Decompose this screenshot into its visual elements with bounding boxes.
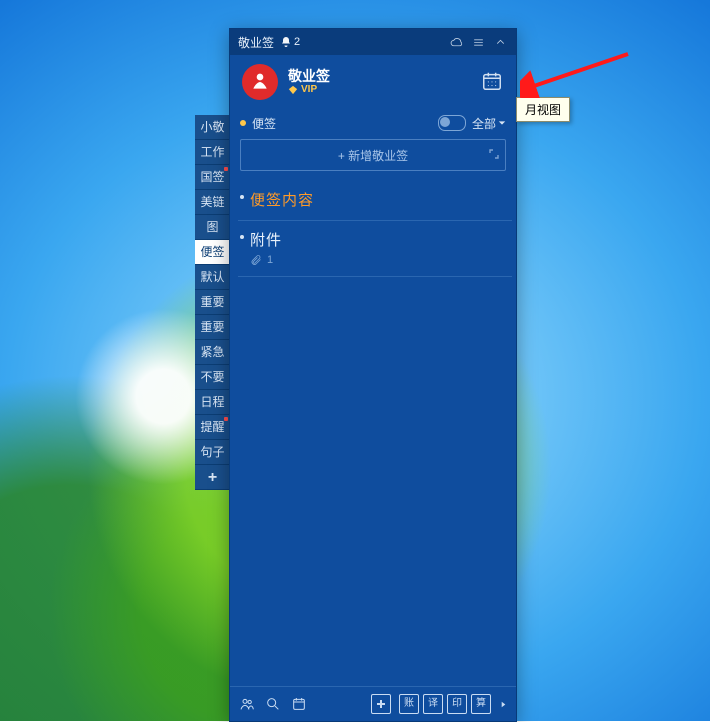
- toolbar-square-button[interactable]: 译: [423, 694, 443, 714]
- toolbar-square-button[interactable]: 印: [447, 694, 467, 714]
- sidebar-tab[interactable]: 日程: [195, 390, 230, 415]
- sidebar-tab[interactable]: 美链: [195, 190, 230, 215]
- toolbar-square-button[interactable]: 账: [399, 694, 419, 714]
- avatar[interactable]: [242, 64, 278, 100]
- paperclip-icon: [250, 254, 262, 266]
- sidebar-tab[interactable]: 图: [195, 215, 230, 240]
- section-title: 便签: [252, 115, 276, 132]
- note-entry[interactable]: 便签内容: [238, 181, 512, 221]
- sidebar-tab[interactable]: 紧急: [195, 340, 230, 365]
- note-text: 附件: [250, 229, 282, 250]
- user-name: 敬业签: [288, 68, 330, 85]
- diamond-icon: [288, 85, 298, 95]
- calendar-small-icon[interactable]: [290, 695, 308, 713]
- menu-icon[interactable]: [470, 34, 486, 50]
- sidebar-tab[interactable]: 默认: [195, 265, 230, 290]
- add-note-input[interactable]: + 新增敬业签: [240, 139, 506, 171]
- sidebar-tabs: 小敬工作国签美链图便签默认重要重要紧急不要日程提醒句子+: [195, 115, 230, 490]
- sidebar-tab[interactable]: 国签: [195, 165, 230, 190]
- search-icon[interactable]: [264, 695, 282, 713]
- section-dot-icon: [240, 120, 246, 126]
- app-title: 敬业签: [238, 34, 274, 51]
- note-list: 便签内容附件 1: [230, 181, 516, 686]
- more-caret-icon[interactable]: [499, 700, 508, 709]
- titlebar: 敬业签 2: [230, 29, 516, 55]
- toolbar-square-button[interactable]: 算: [471, 694, 491, 714]
- calendar-icon: [481, 70, 503, 92]
- cloud-sync-icon[interactable]: [448, 34, 464, 50]
- collapse-icon[interactable]: [492, 34, 508, 50]
- sidebar-tab[interactable]: 便签: [195, 240, 230, 265]
- section-filter[interactable]: 全部: [472, 115, 506, 132]
- bullet-icon: [240, 195, 244, 199]
- note-text: 便签内容: [250, 189, 314, 210]
- sidebar-tab[interactable]: 重要: [195, 315, 230, 340]
- vip-badge: VIP: [288, 84, 330, 96]
- section-toggle[interactable]: [438, 115, 466, 131]
- calendar-tooltip: 月视图: [516, 97, 570, 122]
- section-header: 便签 全部: [230, 109, 516, 137]
- sidebar-tab-add[interactable]: +: [195, 465, 230, 490]
- tab-indicator-icon: [224, 167, 228, 171]
- calendar-month-view-button[interactable]: [478, 67, 506, 95]
- bottom-toolbar: 账译印算: [230, 686, 516, 721]
- user-header: 敬业签 VIP: [230, 55, 516, 109]
- expand-icon[interactable]: [489, 148, 499, 162]
- sidebar-tab[interactable]: 提醒: [195, 415, 230, 440]
- sidebar-tab[interactable]: 重要: [195, 290, 230, 315]
- notification-badge[interactable]: 2: [280, 36, 300, 48]
- sidebar-tab[interactable]: 小敬: [195, 115, 230, 140]
- sidebar-tab[interactable]: 句子: [195, 440, 230, 465]
- sidebar-tab[interactable]: 不要: [195, 365, 230, 390]
- add-note-placeholder: + 新增敬业签: [338, 147, 408, 164]
- add-button[interactable]: [371, 694, 391, 714]
- note-entry[interactable]: 附件 1: [238, 221, 512, 277]
- attachment-indicator[interactable]: 1: [240, 254, 508, 266]
- sidebar-tab[interactable]: 工作: [195, 140, 230, 165]
- tab-indicator-icon: [224, 417, 228, 421]
- app-window: 敬业签 2 敬业签 VIP: [229, 28, 517, 722]
- attachment-count: 1: [267, 254, 273, 266]
- notification-count: 2: [294, 36, 300, 48]
- bullet-icon: [240, 235, 244, 239]
- contacts-icon[interactable]: [238, 695, 256, 713]
